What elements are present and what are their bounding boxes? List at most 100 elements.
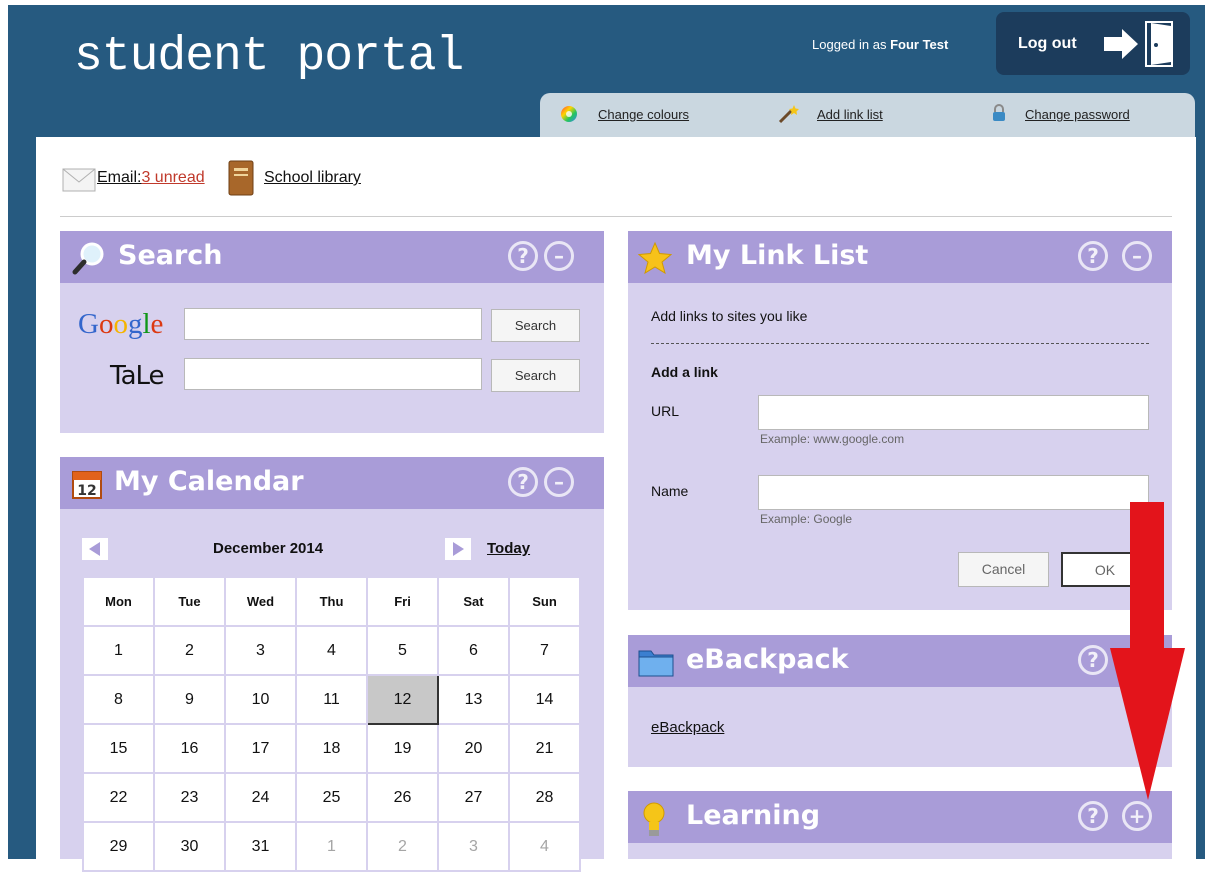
calendar-day[interactable]: 16 <box>153 723 226 774</box>
calendar-week-row: 15 16 17 18 19 20 21 <box>82 723 581 774</box>
magic-wand-icon <box>778 105 799 124</box>
ebackpack-panel-header: eBackpack ? <box>628 635 1172 687</box>
linklist-panel-title: My Link List <box>686 240 869 271</box>
next-month-button[interactable] <box>445 538 471 560</box>
calendar-week-row: 22 23 24 25 26 27 28 <box>82 772 581 823</box>
today-link[interactable]: Today <box>487 540 530 557</box>
dashed-divider <box>651 343 1149 344</box>
calendar-day-next-month[interactable]: 3 <box>437 821 510 872</box>
calendar-day[interactable]: 18 <box>295 723 368 774</box>
prev-month-button[interactable] <box>82 538 108 560</box>
name-label: Name <box>651 483 689 499</box>
tale-logo: TaLe <box>110 361 165 391</box>
calendar-day[interactable]: 2 <box>153 625 226 676</box>
email-unread-link[interactable]: 3 unread <box>141 169 204 186</box>
calendar-day[interactable]: 6 <box>437 625 510 676</box>
weekday-header: Tue <box>153 576 226 627</box>
calendar-day[interactable]: 28 <box>508 772 581 823</box>
calendar-day[interactable]: 22 <box>82 772 155 823</box>
triangle-left-icon <box>89 542 100 556</box>
calendar-day-next-month[interactable]: 2 <box>366 821 439 872</box>
change-colours-link[interactable]: Change colours <box>598 107 689 122</box>
calendar-grid: Mon Tue Wed Thu Fri Sat Sun 1 2 3 4 5 6 … <box>82 576 581 872</box>
expand-plus-icon[interactable]: + <box>1122 801 1152 831</box>
colour-wheel-icon <box>561 106 577 122</box>
logged-in-user: Four Test <box>890 37 949 52</box>
calendar-day[interactable]: 14 <box>508 674 581 725</box>
calendar-week-row: 1 2 3 4 5 6 7 <box>82 625 581 676</box>
learning-panel-title: Learning <box>686 800 821 831</box>
calendar-day[interactable]: 3 <box>224 625 297 676</box>
calendar-panel-header: 12 My Calendar ? – <box>60 457 604 509</box>
folder-icon <box>638 650 674 677</box>
calendar-day[interactable]: 4 <box>295 625 368 676</box>
calendar-day[interactable]: 21 <box>508 723 581 774</box>
calendar-day[interactable]: 23 <box>153 772 226 823</box>
calendar-day-next-month[interactable]: 1 <box>295 821 368 872</box>
logout-label: Log out <box>1018 35 1077 52</box>
lock-icon <box>993 104 1005 121</box>
book-icon <box>228 160 254 196</box>
calendar-day-next-month[interactable]: 4 <box>508 821 581 872</box>
email-link[interactable]: Email: <box>97 169 141 186</box>
calendar-day[interactable]: 8 <box>82 674 155 725</box>
help-icon[interactable]: ? <box>1078 801 1108 831</box>
calendar-day[interactable]: 7 <box>508 625 581 676</box>
arrow-right-icon <box>1104 29 1138 59</box>
url-label: URL <box>651 403 680 419</box>
calendar-day[interactable]: 11 <box>295 674 368 725</box>
calendar-day[interactable]: 29 <box>82 821 155 872</box>
weekday-header: Wed <box>224 576 297 627</box>
calendar-day[interactable]: 10 <box>224 674 297 725</box>
calendar-day[interactable]: 30 <box>153 821 226 872</box>
cancel-button[interactable]: Cancel <box>958 552 1049 587</box>
calendar-day[interactable]: 1 <box>82 625 155 676</box>
logout-button[interactable]: Log out <box>996 12 1190 75</box>
calendar-day-selected[interactable]: 12 <box>366 674 439 725</box>
google-search-button[interactable]: Search <box>491 309 580 342</box>
door-icon <box>1145 21 1173 67</box>
ebackpack-panel-title: eBackpack <box>686 644 849 675</box>
minimize-icon[interactable]: – <box>1122 241 1152 271</box>
help-icon[interactable]: ? <box>508 467 538 497</box>
red-arrow-annotation <box>1110 502 1185 800</box>
portal-logo: student portal <box>74 30 464 84</box>
add-link-list-link[interactable]: Add link list <box>817 107 883 122</box>
url-example: Example: www.google.com <box>760 432 905 446</box>
calendar-day[interactable]: 9 <box>153 674 226 725</box>
name-input[interactable] <box>758 475 1149 510</box>
calendar-day[interactable]: 17 <box>224 723 297 774</box>
change-password-link[interactable]: Change password <box>1025 107 1130 122</box>
weekday-header: Mon <box>82 576 155 627</box>
calendar-day[interactable]: 15 <box>82 723 155 774</box>
calendar-panel-title: My Calendar <box>114 466 304 497</box>
url-input[interactable] <box>758 395 1149 430</box>
calendar-day[interactable]: 25 <box>295 772 368 823</box>
ebackpack-link[interactable]: eBackpack <box>651 719 724 736</box>
help-icon[interactable]: ? <box>508 241 538 271</box>
calendar-day[interactable]: 26 <box>366 772 439 823</box>
help-icon[interactable]: ? <box>1078 241 1108 271</box>
tale-search-button[interactable]: Search <box>491 359 580 392</box>
search-panel-header: Search ? – <box>60 231 604 283</box>
calendar-day[interactable]: 19 <box>366 723 439 774</box>
school-library-link[interactable]: School library <box>264 169 361 187</box>
minimize-icon[interactable]: – <box>544 467 574 497</box>
calendar-day[interactable]: 5 <box>366 625 439 676</box>
calendar-day[interactable]: 31 <box>224 821 297 872</box>
calendar-day[interactable]: 27 <box>437 772 510 823</box>
calendar-month-title: December 2014 <box>213 540 324 557</box>
lightbulb-icon <box>643 802 665 836</box>
linklist-intro: Add links to sites you like <box>651 308 808 324</box>
calendar-icon: 12 <box>72 471 102 499</box>
calendar-day[interactable]: 13 <box>437 674 510 725</box>
tale-search-input[interactable] <box>184 358 482 390</box>
linklist-panel-header: My Link List ? – <box>628 231 1172 283</box>
help-icon[interactable]: ? <box>1078 645 1108 675</box>
minimize-icon[interactable]: – <box>544 241 574 271</box>
calendar-day[interactable]: 24 <box>224 772 297 823</box>
google-search-input[interactable] <box>184 308 482 340</box>
calendar-week-row: 29 30 31 1 2 3 4 <box>82 821 581 872</box>
add-link-heading: Add a link <box>651 364 718 380</box>
calendar-day[interactable]: 20 <box>437 723 510 774</box>
